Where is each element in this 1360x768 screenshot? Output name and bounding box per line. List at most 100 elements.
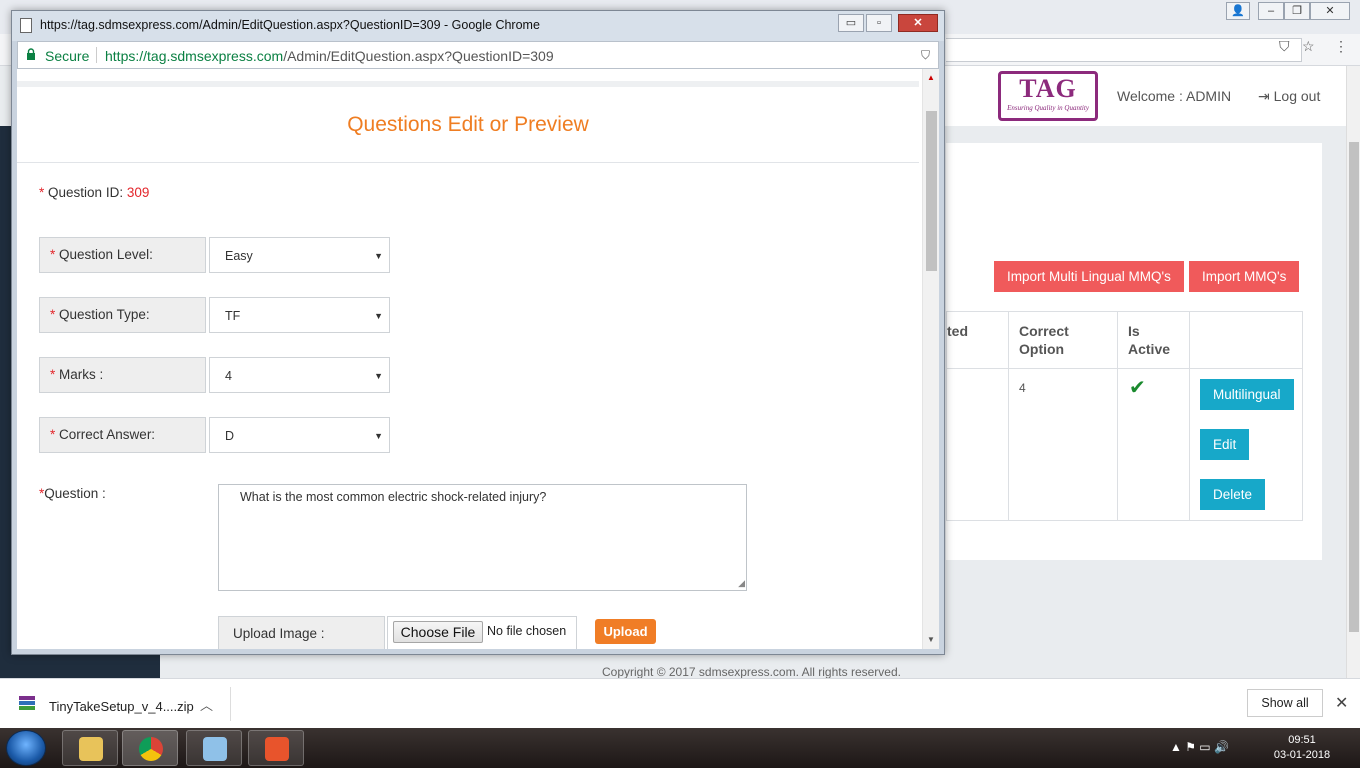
blocked-popup-icon[interactable]: ⛉ [1279,38,1290,55]
logo-tagline: Ensuring Quality in Quantity [1007,104,1089,112]
popup-title: https://tag.sdmsexpress.com/Admin/EditQu… [40,18,540,32]
popup-titlebar[interactable]: https://tag.sdmsexpress.com/Admin/EditQu… [12,11,944,41]
logout-link[interactable]: ⇥ Log out [1258,88,1320,105]
close-button[interactable]: ✕ [1310,2,1350,20]
popup-scrollbar[interactable]: ▲ ▼ [922,69,939,649]
question-level-label: * Question Level: [39,237,206,273]
cube-app-icon [203,737,227,761]
question-id: * Question ID: 309 [39,185,149,200]
start-button[interactable] [6,730,46,766]
download-file-name[interactable]: TinyTakeSetup_v_4....zip [49,699,194,714]
import-mmq-button[interactable]: Import MMQ's [1189,261,1300,292]
welcome-text: Welcome : ADMIN [1117,88,1232,104]
page-title: Questions Edit or Preview [347,113,589,136]
close-icon[interactable]: ✕ [1335,693,1348,713]
menu-icon[interactable]: ⋮ [1334,38,1348,55]
taskbar-app-camera[interactable] [248,730,304,766]
question-id-label: Question ID: [48,185,124,200]
dropdown-arrow-icon: ▼ [374,311,383,321]
dropdown-arrow-icon: ▼ [374,371,383,381]
question-level-label-text: Question Level: [59,247,153,262]
import-multilingual-button[interactable]: Import Multi Lingual MMQ's [994,261,1184,292]
question-level-select[interactable]: Easy ▼ [209,237,390,273]
taskbar-app-cube[interactable] [186,730,242,766]
chrome-icon [139,737,163,761]
system-tray[interactable]: ▲ ⚑ ▭ 🔊 [1170,740,1229,754]
choose-file-button[interactable]: Choose File [393,621,483,643]
bookmark-star-icon[interactable]: ☆ [1302,38,1315,55]
profile-icon[interactable]: 👤 [1226,2,1250,20]
popup-maximize-button[interactable]: ▫ [866,14,892,32]
question-type-value: TF [225,309,241,323]
camera-app-icon [265,737,289,761]
popup-url[interactable]: https://tag.sdmsexpress.com/Admin/EditQu… [105,48,554,64]
correct-option-value: 4 [1019,381,1026,395]
correct-answer-value: D [225,429,235,443]
scroll-up-arrow-icon[interactable]: ▲ [927,73,935,82]
marks-value: 4 [225,369,232,383]
upload-image-label: Upload Image : [218,616,385,649]
table-header-correct-option: Correct Option [1019,323,1069,357]
multilingual-button[interactable]: Multilingual [1200,379,1294,410]
table-col-partial [947,312,1009,520]
popup-page: Questions Edit or Preview * Question ID:… [17,69,939,649]
active-check-icon: ✔ [1129,377,1146,399]
popup-addressbar[interactable]: Secure https://tag.sdmsexpress.com/Admin… [17,41,939,69]
blocked-popup-icon[interactable]: ⛉ [921,48,930,63]
required-mark: * [50,307,56,322]
question-level-value: Easy [225,249,253,263]
resize-handle-icon[interactable]: ◢ [738,578,745,589]
question-type-label: * Question Type: [39,297,206,333]
question-label: *Question : [39,486,106,501]
correct-answer-select[interactable]: D ▼ [209,417,390,453]
page-scrollbar-thumb[interactable] [1349,142,1359,632]
logo-text: TAG [1019,74,1077,103]
file-input[interactable]: Choose File No file chosen [387,616,577,649]
question-textarea[interactable]: What is the most common electric shock-r… [218,484,747,591]
question-type-select[interactable]: TF ▼ [209,297,390,333]
page-icon [20,18,32,33]
form-top-strip [17,81,919,87]
page-scrollbar[interactable] [1346,66,1360,678]
system-clock[interactable]: 09:51 03-01-2018 [1272,733,1332,763]
taskbar-chrome[interactable] [122,730,178,766]
chevron-up-icon[interactable]: ︿ [200,695,213,714]
dropdown-arrow-icon: ▼ [374,431,383,441]
questions-table: ted Correct Option Is Active 4 ✔ Multili… [946,311,1303,521]
copyright-text: Copyright © 2017 sdmsexpress.com. All ri… [602,665,901,678]
scroll-down-arrow-icon[interactable]: ▼ [927,635,935,644]
popup-scrollbar-thumb[interactable] [926,111,937,271]
table-header-partial: ted [947,323,968,339]
delete-button[interactable]: Delete [1200,479,1266,510]
address-separator [96,47,97,63]
lock-icon [27,48,35,60]
table-header-is-active: Is Active [1128,323,1171,357]
question-label-text: Question : [44,486,106,501]
upload-button[interactable]: Upload [595,619,656,644]
windows-taskbar: ▲ ⚑ ▭ 🔊 09:51 03-01-2018 [0,728,1360,768]
required-mark: * [50,367,56,382]
required-mark: * [39,185,45,200]
popup-minimize-button[interactable]: ▭ [838,14,864,32]
dropdown-arrow-icon: ▼ [374,251,383,261]
show-all-button[interactable]: Show all [1247,689,1323,717]
correct-answer-label-text: Correct Answer: [59,427,156,442]
popup-close-button[interactable]: ✕ [898,14,938,32]
clock-date: 03-01-2018 [1273,749,1331,761]
question-id-value: 309 [126,185,150,200]
edit-button[interactable]: Edit [1200,429,1250,460]
background-url-box[interactable] [946,38,1302,62]
tag-logo[interactable]: TAG Ensuring Quality in Quantity [998,71,1098,121]
clock-time: 09:51 [1288,734,1316,746]
marks-label: * Marks : [39,357,206,393]
minimize-button[interactable]: – [1258,2,1284,20]
marks-select[interactable]: 4 ▼ [209,357,390,393]
maximize-button[interactable]: ❐ [1284,2,1310,20]
download-divider [230,687,231,721]
correct-answer-label: * Correct Answer: [39,417,206,453]
taskbar-explorer[interactable] [62,730,118,766]
secure-label: Secure [45,48,90,64]
url-path: /Admin/EditQuestion.aspx?QuestionID=309 [283,48,554,64]
archive-file-icon [19,696,35,710]
download-bar: TinyTakeSetup_v_4....zip ︿ Show all ✕ [0,678,1360,728]
